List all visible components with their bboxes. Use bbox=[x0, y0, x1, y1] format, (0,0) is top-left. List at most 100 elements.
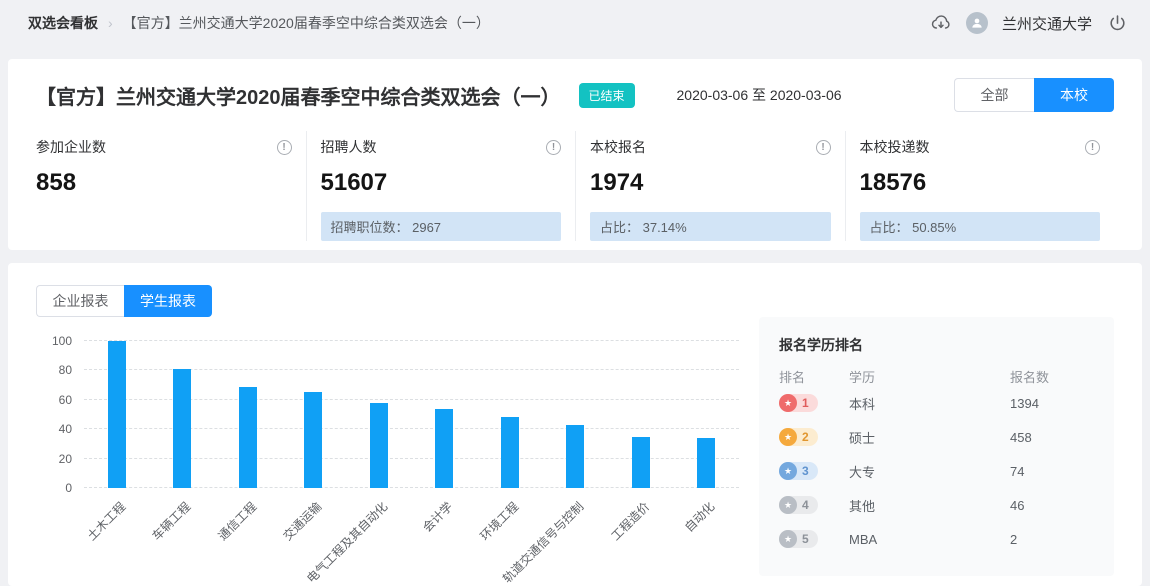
scope-school-button[interactable]: 本校 bbox=[1034, 78, 1114, 112]
rank-number: 4 bbox=[802, 498, 809, 512]
rank-number: 2 bbox=[802, 430, 809, 444]
ranking-row: ★2硕士458 bbox=[779, 420, 1094, 454]
status-badge: 已结束 bbox=[579, 83, 635, 108]
x-axis-label: 工程造价 bbox=[607, 498, 653, 544]
stat-label: 本校报名 bbox=[590, 137, 646, 157]
degree-ranking-card: 报名学历排名 排名 学历 报名数 ★1本科1394★2硕士458★3大专74★4… bbox=[759, 317, 1114, 576]
rank-number: 1 bbox=[802, 396, 809, 410]
rank-number: 3 bbox=[802, 464, 809, 478]
stat-label: 招聘人数 bbox=[321, 137, 377, 157]
date-range: 2020-03-06 至 2020-03-06 bbox=[677, 85, 842, 105]
topbar-actions: 兰州交通大学 bbox=[930, 12, 1128, 34]
stat-sub-ratio: 占比： 37.14% bbox=[590, 212, 831, 241]
stat-card-companies: 参加企业数 ! 858 bbox=[36, 131, 306, 241]
stat-value: 18576 bbox=[860, 169, 1101, 197]
x-axis-label: 交通运输 bbox=[279, 498, 325, 544]
rank-badge: ★2 bbox=[779, 428, 818, 446]
stat-value: 858 bbox=[36, 169, 292, 197]
ranking-row: ★1本科1394 bbox=[779, 386, 1094, 420]
bar-环境工程 bbox=[501, 417, 519, 488]
user-name[interactable]: 兰州交通大学 bbox=[1002, 13, 1092, 34]
ranking-header: 排名 学历 报名数 bbox=[779, 367, 1094, 386]
star-icon: ★ bbox=[779, 496, 797, 514]
x-axis-label: 环境工程 bbox=[476, 498, 522, 544]
signup-count: 458 bbox=[1010, 430, 1094, 445]
chart-x-axis: 土木工程车辆工程通信工程交通运输电气工程及其自动化会计学环境工程轨道交通信号与控… bbox=[84, 488, 739, 580]
info-icon[interactable]: ! bbox=[277, 140, 292, 155]
bar-工程造价 bbox=[632, 437, 650, 488]
bar-通信工程 bbox=[239, 387, 257, 488]
degree-name: 大专 bbox=[849, 462, 1010, 481]
degree-name: 其他 bbox=[849, 496, 1010, 515]
y-axis-tick: 80 bbox=[59, 363, 72, 377]
stat-card-recruit-count: 招聘人数 ! 51607 招聘职位数： 2967 bbox=[306, 131, 576, 241]
ranking-row: ★3大专74 bbox=[779, 454, 1094, 488]
ranking-title: 报名学历排名 bbox=[779, 335, 1094, 355]
y-axis-tick: 0 bbox=[65, 481, 72, 495]
info-icon[interactable]: ! bbox=[546, 140, 561, 155]
ranking-col-degree: 学历 bbox=[849, 367, 1010, 386]
degree-name: 硕士 bbox=[849, 428, 1010, 447]
fair-summary-panel: 【官方】兰州交通大学2020届春季空中综合类双选会（一） 已结束 2020-03… bbox=[8, 59, 1142, 250]
stat-label: 参加企业数 bbox=[36, 137, 106, 157]
breadcrumb-separator-icon: › bbox=[108, 15, 113, 31]
y-axis-tick: 100 bbox=[52, 334, 72, 348]
power-logout-icon[interactable] bbox=[1106, 12, 1128, 34]
bar-电气工程及其自动化 bbox=[370, 403, 388, 488]
x-axis-label: 会计学 bbox=[419, 498, 456, 535]
bar-会计学 bbox=[435, 409, 453, 488]
bar-自动化 bbox=[697, 438, 715, 488]
rank-number: 5 bbox=[802, 532, 809, 546]
tab-company-report[interactable]: 企业报表 bbox=[36, 285, 124, 317]
top-bar: 双选会看板 › 【官方】兰州交通大学2020届春季空中综合类双选会（一） 兰州交… bbox=[0, 0, 1150, 46]
cloud-download-icon[interactable] bbox=[930, 12, 952, 34]
breadcrumb-root[interactable]: 双选会看板 bbox=[28, 13, 98, 33]
degree-name: MBA bbox=[849, 532, 1010, 547]
x-axis-label: 通信工程 bbox=[214, 498, 260, 544]
report-tabs: 企业报表 学生报表 bbox=[36, 285, 212, 317]
signup-count: 74 bbox=[1010, 464, 1094, 479]
x-axis-label: 自动化 bbox=[681, 498, 718, 535]
ranking-rows: ★1本科1394★2硕士458★3大专74★4其他46★5MBA2 bbox=[779, 386, 1094, 556]
stat-card-school-signups: 本校报名 ! 1974 占比： 37.14% bbox=[575, 131, 845, 241]
stat-value: 1974 bbox=[590, 169, 831, 197]
stat-label: 本校投递数 bbox=[860, 137, 930, 157]
chart-y-axis: 020406080100 bbox=[36, 341, 84, 488]
bar-车辆工程 bbox=[173, 369, 191, 488]
stat-card-school-deliveries: 本校投递数 ! 18576 占比： 50.85% bbox=[845, 131, 1115, 241]
tab-student-report[interactable]: 学生报表 bbox=[124, 285, 212, 317]
rank-badge: ★3 bbox=[779, 462, 818, 480]
info-icon[interactable]: ! bbox=[816, 140, 831, 155]
user-avatar-icon[interactable] bbox=[966, 12, 988, 34]
scope-toggle: 全部 本校 bbox=[954, 78, 1114, 112]
stat-value: 51607 bbox=[321, 169, 562, 197]
ranking-col-count: 报名数 bbox=[1010, 367, 1094, 386]
stats-row: 参加企业数 ! 858 招聘人数 ! 51607 招聘职位数： 2967 本校报… bbox=[36, 131, 1114, 241]
rank-badge: ★5 bbox=[779, 530, 818, 548]
star-icon: ★ bbox=[779, 462, 797, 480]
signup-count: 1394 bbox=[1010, 396, 1094, 411]
info-icon[interactable]: ! bbox=[1085, 140, 1100, 155]
degree-name: 本科 bbox=[849, 394, 1010, 413]
breadcrumb-current: 【官方】兰州交通大学2020届春季空中综合类双选会（一） bbox=[123, 13, 490, 33]
bar-交通运输 bbox=[304, 392, 322, 488]
bar-轨道交通信号与控制 bbox=[566, 425, 584, 488]
signup-count: 2 bbox=[1010, 532, 1094, 547]
y-axis-tick: 60 bbox=[59, 393, 72, 407]
scope-all-button[interactable]: 全部 bbox=[954, 78, 1034, 112]
report-panel: 企业报表 学生报表 020406080100 土木工程车辆工程通信工程交通运输电… bbox=[8, 263, 1142, 586]
page-title: 【官方】兰州交通大学2020届春季空中综合类双选会（一） bbox=[36, 81, 561, 110]
star-icon: ★ bbox=[779, 428, 797, 446]
stat-sub-positions: 招聘职位数： 2967 bbox=[321, 212, 562, 241]
y-axis-tick: 20 bbox=[59, 452, 72, 466]
y-axis-tick: 40 bbox=[59, 422, 72, 436]
rank-badge: ★4 bbox=[779, 496, 818, 514]
star-icon: ★ bbox=[779, 394, 797, 412]
x-axis-label: 车辆工程 bbox=[148, 498, 194, 544]
x-axis-label: 土木工程 bbox=[83, 498, 129, 544]
star-icon: ★ bbox=[779, 530, 797, 548]
chart-plot-area bbox=[84, 341, 739, 488]
ranking-col-rank: 排名 bbox=[779, 367, 849, 386]
rank-badge: ★1 bbox=[779, 394, 818, 412]
ranking-row: ★5MBA2 bbox=[779, 522, 1094, 556]
